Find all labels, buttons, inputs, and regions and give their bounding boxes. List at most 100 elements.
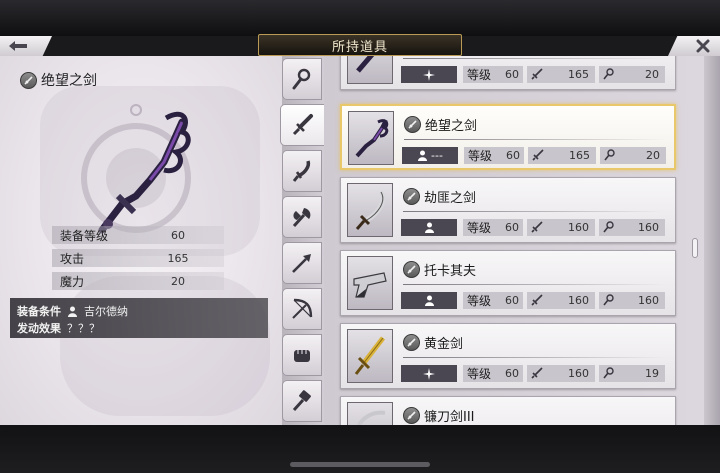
dagger-icon bbox=[292, 160, 311, 182]
item-thumbnail bbox=[347, 56, 393, 84]
level-label: 等级 bbox=[467, 367, 492, 381]
list-item[interactable]: 等级 60 165 20 bbox=[340, 56, 676, 90]
type-text: --- bbox=[431, 149, 443, 162]
equip-condition-line: 装备条件 吉尔德纳 bbox=[17, 303, 128, 319]
effect-value: ？？？ bbox=[67, 322, 100, 335]
type-chip bbox=[401, 365, 457, 382]
item-name-text: 黄金剑 bbox=[424, 337, 464, 352]
stat-label: 魔力 bbox=[60, 274, 85, 289]
back-button[interactable] bbox=[0, 36, 52, 56]
close-button[interactable] bbox=[668, 36, 720, 56]
weapon-sprite-icon bbox=[356, 410, 386, 425]
stat-row-attack: 攻击 165 bbox=[52, 249, 224, 267]
magic-chip: 19 bbox=[599, 365, 665, 382]
stat-value: 60 bbox=[171, 228, 185, 242]
attack-sword-icon bbox=[532, 149, 544, 161]
tab-bow[interactable] bbox=[282, 288, 322, 330]
level-value: 60 bbox=[505, 294, 519, 307]
item-thumbnail bbox=[347, 256, 393, 310]
magic-staff-icon bbox=[603, 367, 614, 379]
person-icon bbox=[68, 306, 77, 317]
item-name-text: 绝望之剑 bbox=[425, 119, 478, 134]
magic-staff-icon bbox=[603, 68, 614, 80]
equip-condition-label: 装备条件 bbox=[17, 305, 61, 318]
magic-value: 19 bbox=[645, 367, 659, 380]
equip-condition-value: 吉尔德纳 bbox=[84, 305, 128, 318]
list-item[interactable]: 托卡其夫 等级 60 160 160 bbox=[340, 250, 676, 316]
level-chip: 等级 60 bbox=[463, 292, 523, 309]
stat-row-equip-level: 装备等级 60 bbox=[52, 226, 224, 244]
weapon-sprite-icon bbox=[354, 336, 385, 375]
sword-type-icon bbox=[403, 407, 420, 424]
fist-icon bbox=[294, 350, 310, 362]
person-icon bbox=[424, 295, 434, 306]
item-name-text: 劫匪之剑 bbox=[424, 191, 477, 206]
level-chip: 等级 60 bbox=[463, 365, 523, 382]
item-thumbnail bbox=[347, 183, 393, 237]
tab-staff[interactable] bbox=[282, 58, 322, 100]
stat-label: 装备等级 bbox=[60, 228, 109, 243]
magic-chip: 20 bbox=[600, 147, 666, 164]
attack-value: 160 bbox=[568, 221, 589, 234]
attack-chip: 165 bbox=[528, 147, 596, 164]
magic-value: 160 bbox=[638, 221, 659, 234]
tab-sword[interactable] bbox=[280, 104, 324, 146]
item-name: 镰刀剑III bbox=[403, 406, 475, 425]
effect-line: 发动效果 ？？？ bbox=[17, 320, 100, 336]
attack-sword-icon bbox=[531, 294, 543, 306]
attack-chip: 165 bbox=[527, 66, 595, 83]
tab-fist[interactable] bbox=[282, 334, 322, 376]
stat-label: 攻击 bbox=[60, 251, 85, 266]
magic-value: 20 bbox=[645, 68, 659, 81]
sword-icon bbox=[292, 114, 313, 136]
list-item[interactable]: 绝望之剑 --- 等级 60 165 20 bbox=[340, 104, 676, 170]
type-chip bbox=[401, 66, 457, 83]
item-name: 绝望之剑 bbox=[404, 115, 477, 134]
tab-hammer[interactable] bbox=[282, 380, 322, 422]
tab-axe[interactable] bbox=[282, 196, 322, 238]
level-label: 等级 bbox=[467, 68, 492, 82]
stat-row-magic: 魔力 20 bbox=[52, 272, 224, 290]
level-chip: 等级 60 bbox=[463, 219, 523, 236]
item-thumbnail bbox=[348, 111, 394, 165]
level-label: 等级 bbox=[467, 294, 492, 308]
level-value: 60 bbox=[505, 68, 519, 81]
weapon-list[interactable]: 等级 60 165 20 绝望之剑 --- 等级 60 165 20 劫匪之剑 bbox=[324, 56, 704, 425]
magic-chip: 20 bbox=[599, 66, 665, 83]
attack-value: 165 bbox=[568, 68, 589, 81]
attack-sword-icon bbox=[531, 367, 543, 379]
item-name: 托卡其夫 bbox=[403, 260, 476, 279]
top-bar bbox=[0, 0, 720, 36]
tab-dagger[interactable] bbox=[282, 150, 322, 192]
effect-label: 发动效果 bbox=[17, 322, 61, 335]
stat-value: 20 bbox=[171, 274, 185, 288]
sword-type-icon bbox=[404, 116, 421, 133]
bow-icon bbox=[292, 298, 313, 319]
stat-value: 165 bbox=[167, 251, 189, 265]
pistol-sprite-icon bbox=[353, 272, 387, 298]
level-chip: 等级 60 bbox=[463, 66, 523, 83]
home-indicator[interactable] bbox=[290, 462, 430, 467]
tab-spear[interactable] bbox=[282, 242, 322, 284]
attack-sword-icon bbox=[531, 221, 543, 233]
magic-icon bbox=[423, 367, 435, 380]
attack-chip: 160 bbox=[527, 365, 595, 382]
sword-type-icon bbox=[403, 261, 420, 278]
item-thumbnail bbox=[347, 329, 393, 383]
weapon-sprite-icon bbox=[355, 119, 389, 158]
weapon-sprite-icon bbox=[356, 56, 375, 73]
back-arrow-icon bbox=[9, 41, 27, 51]
weapon-category-tabs bbox=[280, 56, 324, 425]
magic-staff-icon bbox=[604, 149, 615, 161]
list-item[interactable]: 镰刀剑III bbox=[340, 396, 676, 425]
staff-icon bbox=[292, 68, 311, 90]
list-item[interactable]: 黄金剑 等级 60 160 19 bbox=[340, 323, 676, 389]
attack-value: 160 bbox=[568, 367, 589, 380]
item-name-text: 托卡其夫 bbox=[424, 264, 477, 279]
scrollbar-thumb[interactable] bbox=[692, 238, 698, 258]
level-value: 60 bbox=[505, 367, 519, 380]
list-item[interactable]: 劫匪之剑 等级 60 160 160 bbox=[340, 177, 676, 243]
hammer-icon bbox=[292, 390, 311, 412]
type-chip bbox=[401, 292, 457, 309]
equip-condition-box: 装备条件 吉尔德纳 发动效果 ？？？ bbox=[10, 298, 268, 338]
